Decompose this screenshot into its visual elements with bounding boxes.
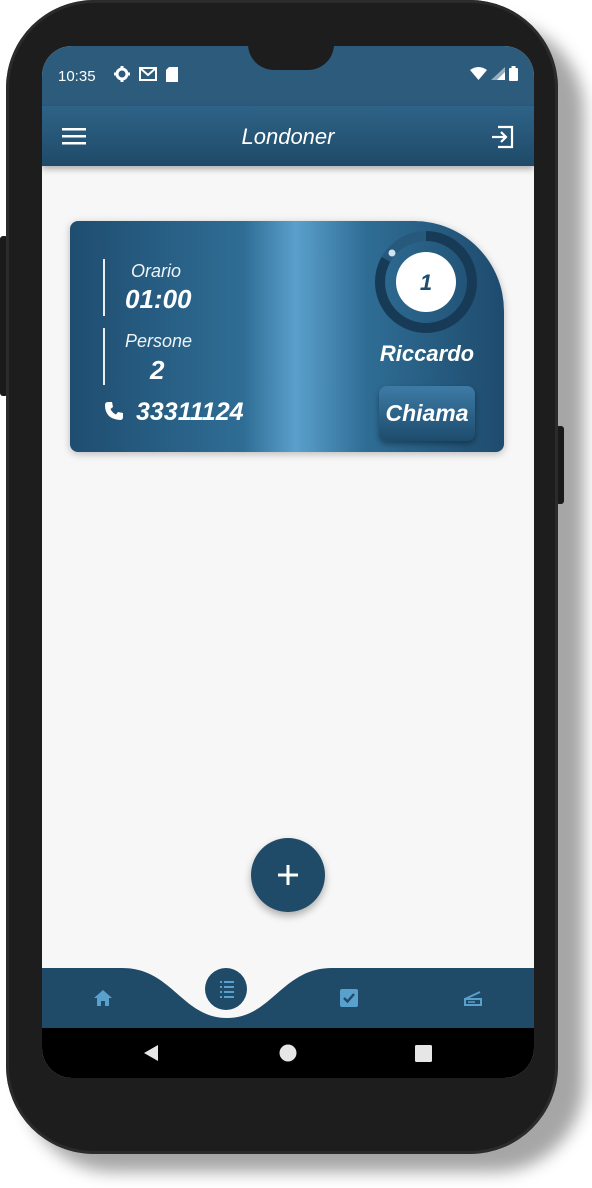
scanner-icon[interactable] [462, 988, 484, 1008]
people-value: 2 [150, 355, 165, 385]
app-title: Londoner [241, 124, 335, 149]
divider [103, 259, 105, 316]
status-time: 10:35 [58, 68, 96, 85]
gmail-icon [139, 67, 157, 81]
bottom-nav [42, 968, 534, 1028]
home-icon[interactable] [93, 988, 113, 1008]
system-nav-bar [42, 1028, 534, 1078]
add-button[interactable] [251, 838, 325, 912]
settings-icon [114, 66, 130, 82]
plus-icon [278, 865, 298, 885]
phone-icon [105, 402, 123, 420]
app-bar: Londoner [42, 106, 534, 166]
status-bar: 10:35 [42, 46, 534, 106]
time-value: 01:00 [125, 284, 192, 314]
list-tab[interactable] [205, 968, 247, 1010]
screen: 10:35 Londoner Orario 01:00 Persone 2 33… [42, 46, 534, 1078]
phone-frame: 10:35 Londoner Orario 01:00 Persone 2 33… [6, 0, 558, 1154]
queue-number: 1 [419, 270, 433, 295]
time-label: Orario [131, 261, 182, 281]
list-icon [220, 981, 234, 998]
camera-notch [248, 46, 334, 70]
recents-icon[interactable] [415, 1045, 432, 1062]
home-circle-icon[interactable] [279, 1044, 297, 1062]
call-button[interactable]: Chiama [379, 386, 475, 441]
booking-card[interactable]: Orario 01:00 Persone 2 33311124 1 Riccar… [70, 221, 504, 452]
back-icon[interactable] [142, 1044, 160, 1062]
battery-icon [509, 66, 518, 81]
people-label: Persone [125, 331, 193, 351]
checkbox-icon[interactable] [339, 988, 359, 1008]
logout-icon[interactable] [490, 124, 516, 150]
phone-number[interactable]: 33311124 [136, 398, 244, 427]
sd-card-icon [166, 66, 178, 82]
signal-icon [491, 67, 505, 80]
divider [103, 328, 105, 385]
queue-indicator: 1 [374, 230, 478, 334]
wifi-icon [470, 67, 487, 80]
customer-name: Riccardo [379, 341, 475, 366]
